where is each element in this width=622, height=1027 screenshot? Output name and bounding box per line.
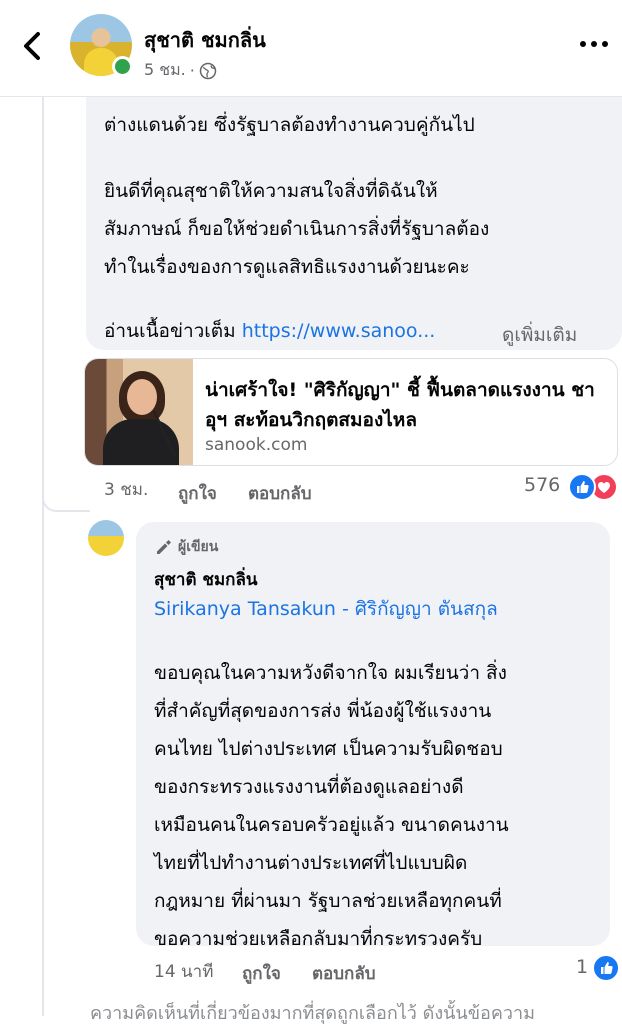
preview-domain: sanook.com [205,435,308,455]
comment-time: 3 ชม. [104,480,149,500]
article-link[interactable]: https://www.sanoo... [242,320,436,342]
reply-line: เหมือนคนในครอบครัวอยู่แล้ว ขนาดคนงาน [154,814,509,836]
read-more-line: อ่านเนื้อข่าวเต็ม https://www.sanoo... [104,312,435,350]
more-options-button[interactable] [576,34,612,54]
relevance-note: ความคิดเห็นที่เกี่ยวข้องมากที่สุดถูกเลือ… [90,1003,535,1024]
more-icon [580,41,608,47]
like-icon [592,954,620,982]
see-more-link[interactable]: ดูเพิ่มเติม [502,320,577,350]
back-button[interactable] [16,28,48,64]
reply-line: ของกระทรวงแรงงานที่ต้องดูแลอย่างดี [154,776,464,798]
post-meta: 5 ชม. · [144,58,217,83]
reply-line: ขอความช่วยเหลือกลับมาที่กระทรวงครับ [154,928,483,950]
thread-line [42,96,44,1016]
read-more-prefix: อ่านเนื้อข่าวเต็ม [104,320,236,342]
comment-line: ยินดีที่คุณสุชาติให้ความสนใจสิ่งที่ดิฉัน… [104,180,438,202]
author-badge-label: ผู้เขียน [178,539,219,555]
reply-line: ขอบคุณในความหวังดีจากใจ ผมเรียนว่า สิ่ง [154,662,507,684]
reply-line: ที่สำคัญที่สุดของการส่ง พี่น้องผู้ใช้แรง… [154,700,492,722]
tagged-user-link[interactable]: Sirikanya Tansakun - ศิริกัญญา ตันสกุล [154,594,498,624]
reply-button[interactable]: ตอบกลับ [248,480,312,507]
author-badge: ผู้เขียน [154,536,218,558]
reply-avatar[interactable] [88,520,124,556]
reply-reply-button[interactable]: ตอบกลับ [312,960,376,987]
preview-thumbnail [85,359,193,465]
reply-time: 14 นาที [154,962,214,982]
reply-author-name[interactable]: สุชาติ ชมกลิ่น [154,566,258,593]
chevron-left-icon [24,32,40,60]
profile-name[interactable]: สุชาติ ชมกลิ่น [144,24,266,56]
globe-icon [199,62,217,79]
meta-separator: · [189,61,195,80]
reply-line: คนไทย ไปต่างประเทศ เป็นความรับผิดชอบ [154,738,503,760]
like-button[interactable]: ถูกใจ [178,480,217,507]
comment-thread-header: สุชาติ ชมกลิ่น 5 ชม. · [0,0,622,97]
reply-reaction-count[interactable]: 1 [576,956,588,978]
like-icon [568,473,596,501]
post-time: 5 ชม. [144,60,186,79]
link-preview-card[interactable]: น่าเศร้าใจ! "ศิริกัญญา" ชี้ ฟื้นตลาดแรงง… [84,358,618,466]
comment-line: ทำในเรื่องของการดูแลสิทธิแรงงานด้วยนะคะ [104,256,470,278]
reply-like-button[interactable]: ถูกใจ [242,960,281,987]
preview-title: น่าเศร้าใจ! "ศิริกัญญา" ชี้ ฟื้นตลาดแรงง… [205,379,595,431]
reply-line: ไทยที่ไปทำงานต่างประเทศที่ไปแบบผิด [154,852,468,874]
comment-line: ต่างแดนด้วย ซึ่งรัฐบาลต้องทำงานควบคู่กัน… [104,114,475,136]
thread-connector [42,474,90,512]
pencil-icon [157,540,171,554]
online-status-icon [112,56,133,77]
reply-line: กฎหมาย ที่ผ่านมา รัฐบาลช่วยเหลือทุกคนที่ [154,890,502,912]
comment-line: สัมภาษณ์ ก็ขอให้ช่วยดำเนินการสิ่งที่รัฐบ… [104,218,490,240]
reaction-count[interactable]: 576 [524,474,560,496]
